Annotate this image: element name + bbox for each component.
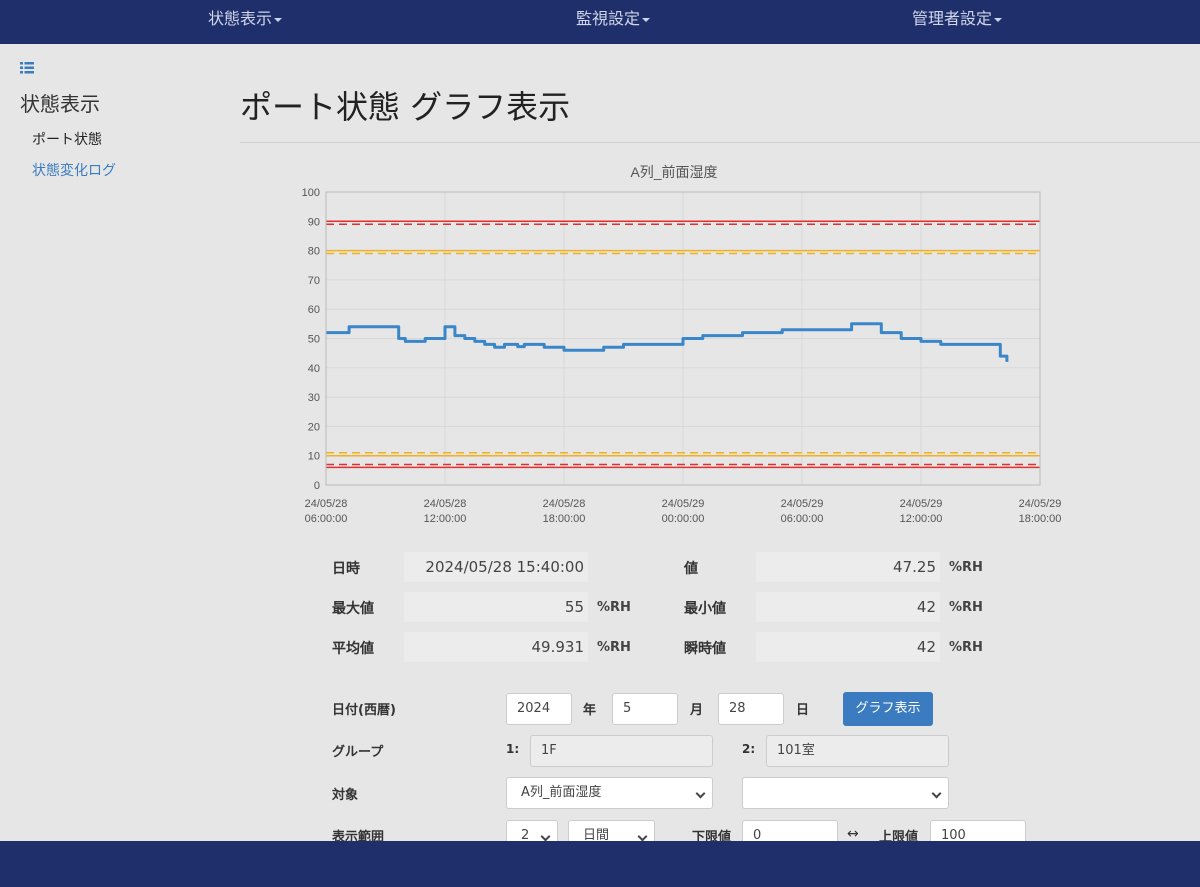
value-unit: %RH [949, 560, 983, 575]
x-tick-date: 24/05/29 [900, 498, 943, 510]
humidity-line-chart: A列_前面湿度 0 10 20 30 40 50 60 70 80 90 100 24/05/28 0… [302, 164, 1062, 525]
chart-title: A列_前面湿度 [630, 164, 717, 180]
group-label: グループ [332, 745, 384, 760]
group1-index: 1: [506, 742, 520, 756]
x-tick-time: 18:00:00 [543, 513, 586, 525]
nav-admin-menu[interactable]: 管理者設定 [912, 0, 1003, 44]
min-unit: %RH [949, 600, 983, 615]
x-tick-time: 06:00:00 [305, 513, 348, 525]
datetime-value: 2024/05/28 15:40:00 [404, 552, 588, 582]
year-unit: 年 [583, 703, 597, 718]
target2-select[interactable] [742, 777, 949, 809]
top-navbar: 状態表示 監視設定 管理者設定 [0, 0, 1200, 44]
x-tick-date: 24/05/29 [781, 498, 824, 510]
x-tick-time: 12:00:00 [900, 513, 943, 525]
y-tick-label: 60 [308, 304, 320, 316]
day-input[interactable]: 28 [718, 693, 784, 725]
max-value: 55 [404, 592, 588, 622]
x-tick-date: 24/05/29 [1019, 498, 1062, 510]
date-label: 日付(西暦) [332, 703, 396, 718]
avg-value: 49.931 [404, 632, 588, 662]
target-select[interactable]: A列_前面湿度 [506, 777, 713, 809]
y-tick-label: 80 [308, 246, 320, 258]
month-input[interactable]: 5 [612, 693, 678, 725]
inst-label: 瞬時値 [684, 641, 726, 657]
divider [240, 142, 1200, 143]
double-arrow-icon: ↔ [847, 826, 859, 842]
day-unit: 日 [796, 703, 810, 718]
group2-index: 2: [742, 742, 756, 756]
y-tick-label: 70 [308, 275, 320, 287]
chevron-down-icon [695, 788, 706, 799]
value-value: 47.25 [756, 552, 940, 582]
value-label: 値 [684, 561, 698, 577]
footer-bar [0, 841, 1200, 887]
nav-monitor-menu[interactable]: 監視設定 [576, 0, 651, 44]
inst-value: 42 [756, 632, 940, 662]
y-axis-ticks: 0 10 20 30 40 50 60 70 80 90 100 [302, 187, 320, 492]
series-line [326, 322, 1009, 362]
x-tick-date: 24/05/28 [424, 498, 467, 510]
x-tick-time: 00:00:00 [662, 513, 705, 525]
y-tick-label: 90 [308, 216, 320, 228]
y-tick-label: 0 [314, 480, 320, 492]
datetime-label: 日時 [332, 561, 360, 577]
max-label: 最大値 [332, 601, 374, 617]
x-tick-date: 24/05/28 [305, 498, 348, 510]
max-unit: %RH [597, 600, 631, 615]
sidebar-item-port-status[interactable]: ポート状態 [20, 129, 210, 149]
x-tick-time: 06:00:00 [781, 513, 824, 525]
month-unit: 月 [690, 703, 704, 718]
sidebar: 状態表示 ポート状態 状態変化ログ [20, 62, 210, 180]
x-tick-date: 24/05/29 [662, 498, 705, 510]
x-tick-time: 12:00:00 [424, 513, 467, 525]
chevron-down-icon [637, 831, 648, 842]
chevron-down-icon [931, 788, 942, 799]
avg-label: 平均値 [332, 641, 374, 657]
sidebar-title: 状態表示 [20, 92, 100, 116]
y-tick-label: 100 [302, 187, 320, 199]
graph-display-button[interactable]: グラフ表示 [843, 692, 933, 726]
caret-down-icon [642, 17, 651, 22]
sidebar-item-status-log[interactable]: 状態変化ログ [20, 160, 210, 180]
inst-unit: %RH [949, 640, 983, 655]
y-tick-label: 40 [308, 363, 320, 375]
list-icon[interactable] [20, 62, 34, 74]
year-input[interactable]: 2024 [506, 693, 572, 725]
target-label: 対象 [332, 788, 359, 803]
x-tick-time: 18:00:00 [1019, 513, 1062, 525]
caret-down-icon [994, 17, 1003, 22]
group1-field: 1F [530, 735, 713, 767]
x-axis-ticks: 24/05/28 06:00:00 24/05/28 12:00:00 24/05/28… [305, 498, 1062, 525]
x-tick-date: 24/05/28 [543, 498, 586, 510]
y-tick-label: 20 [308, 421, 320, 433]
y-tick-label: 50 [308, 334, 320, 346]
min-label: 最小値 [684, 601, 726, 617]
y-tick-label: 10 [308, 451, 320, 463]
nav-status-menu[interactable]: 状態表示 [208, 0, 283, 44]
caret-down-icon [274, 17, 283, 22]
group2-field: 101室 [766, 735, 949, 767]
chevron-down-icon [540, 831, 551, 842]
page-title: ポート状態 グラフ表示 [240, 88, 571, 126]
min-value: 42 [756, 592, 940, 622]
avg-unit: %RH [597, 640, 631, 655]
y-tick-label: 30 [308, 392, 320, 404]
